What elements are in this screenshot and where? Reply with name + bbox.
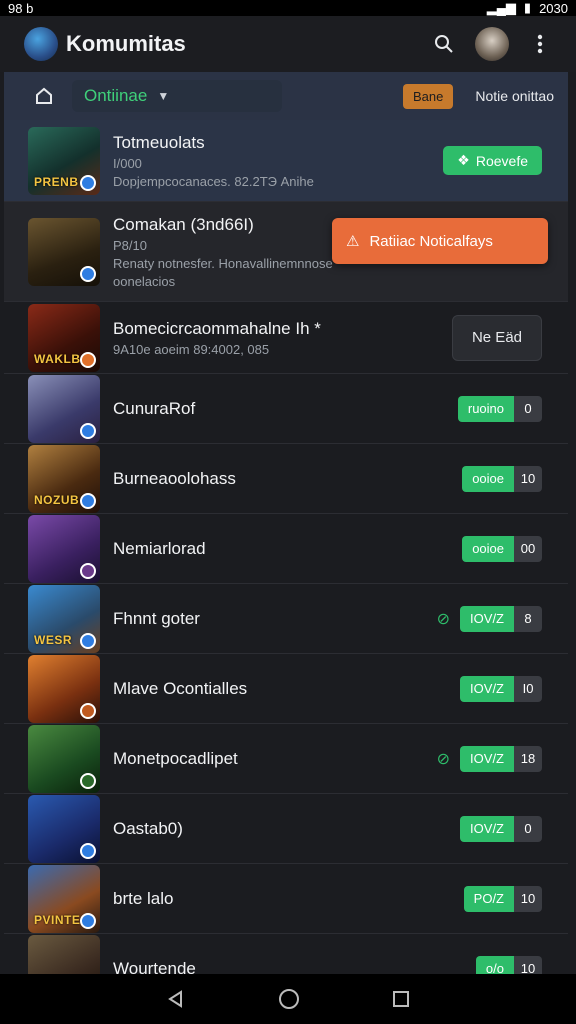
home-button[interactable]: [32, 84, 56, 108]
join-pill[interactable]: ooioe 10: [462, 465, 542, 492]
search-button[interactable]: [426, 26, 462, 62]
list-item[interactable]: PVINTE brte lalo PO/Z 10: [4, 864, 568, 934]
battery-icon: ▮: [523, 0, 532, 15]
list-item[interactable]: Oastab0) IOV/Z 0: [4, 794, 568, 864]
community-thumbnail: [28, 794, 100, 863]
community-thumbnail: [28, 654, 100, 723]
join-pill[interactable]: ruoino 0: [457, 395, 542, 422]
warning-icon: ⚠: [346, 233, 360, 250]
app-bar: Komumitas: [0, 16, 576, 72]
join-pill[interactable]: PO/Z 10: [463, 885, 542, 912]
list-item[interactable]: WESR Fhnnt goter ⊘ IOV/Z 8: [4, 584, 568, 654]
item-title: Totmeuolats: [113, 132, 205, 152]
notifications-link[interactable]: Notie onittao: [475, 88, 554, 104]
signal-icon: ▂▄▆: [486, 0, 516, 15]
avatar: [475, 27, 509, 61]
dropdown-value: Ontiinae: [84, 86, 148, 105]
item-title: CunuraRof: [113, 398, 196, 418]
item-title: Oastab0): [113, 818, 183, 838]
filter-bar: Ontiinae ▼ Bane Notie onittao: [4, 72, 568, 120]
list-item[interactable]: Monetpocadlipet ⊘ IOV/Z 18: [4, 724, 568, 794]
community-thumbnail: PVINTE: [28, 864, 100, 933]
toast-label: Ratiiac Noticalfays: [369, 232, 493, 250]
leaf-icon: ⊘: [436, 750, 451, 768]
recents-icon[interactable]: [392, 990, 410, 1008]
verified-icon: [80, 422, 96, 439]
badge-icon: [80, 702, 96, 719]
leaf-icon: ⊘: [436, 610, 451, 628]
verified-icon: [80, 632, 96, 649]
app-logo: [24, 27, 58, 61]
item-meta: 9A10e aoeim 89:4002, 085: [113, 341, 270, 357]
verified-icon: [80, 912, 96, 929]
verified-icon: [80, 174, 96, 191]
join-pill[interactable]: IOV/Z I0: [460, 675, 542, 702]
item-title: Monetpocadlipet: [113, 748, 238, 768]
item-description: Dopjempcocanaces. 82.2ТЭ Anihe: [113, 173, 314, 189]
community-thumbnail: NOZUB: [28, 444, 100, 513]
list-item[interactable]: WAKLB Bomecicrcaommahalne Ih * 9A10e aoe…: [4, 302, 568, 374]
filter-chip[interactable]: Bane: [403, 83, 454, 109]
item-description-cont: oonelacios: [113, 273, 176, 289]
leaf-icon: ❖: [457, 152, 470, 168]
system-nav-bar: [0, 974, 576, 1024]
chevron-down-icon: ▼: [157, 89, 170, 103]
item-title: brte lalo: [113, 888, 174, 908]
action-button[interactable]: ❖ Roevefe: [443, 146, 542, 175]
verified-icon: [80, 492, 96, 509]
action-button[interactable]: Ne Eäd: [452, 314, 542, 361]
join-pill[interactable]: IOV/Z 18: [460, 745, 542, 772]
status-bar: 98 b ▂▄▆ ▮ 2030: [0, 0, 576, 16]
badge-icon: [80, 562, 96, 579]
community-thumbnail: [28, 724, 100, 793]
home-icon: [36, 87, 52, 104]
status-left: 98 b: [8, 0, 34, 16]
join-pill[interactable]: ooioe 00: [462, 535, 542, 562]
item-title: Nemiarlorad: [113, 538, 206, 558]
back-icon[interactable]: [166, 989, 186, 1009]
verified-icon: [80, 842, 96, 859]
list-item[interactable]: Nemiarlorad ooioe 00: [4, 514, 568, 584]
community-thumbnail: PRENB: [28, 126, 100, 195]
home-circle-icon[interactable]: [278, 988, 300, 1010]
join-pill[interactable]: IOV/Z 8: [460, 605, 542, 632]
badge-icon: [80, 351, 96, 368]
search-icon: [435, 35, 453, 53]
item-title: Bomecicrcaommahalne Ih *: [113, 318, 321, 338]
category-dropdown[interactable]: Ontiinae ▼: [72, 80, 282, 112]
community-thumbnail: WAKLB: [28, 303, 100, 372]
list-item[interactable]: NOZUB Burneaoolohass ooioe 10: [4, 444, 568, 514]
more-menu-button[interactable]: [522, 26, 558, 62]
page-title: Komumitas: [66, 31, 186, 56]
community-thumbnail: [28, 374, 100, 443]
list-item[interactable]: PRENB Totmeuolats I/000 Dopjempcocanaces…: [4, 120, 568, 202]
join-pill[interactable]: IOV/Z 0: [460, 815, 542, 842]
item-title: Fhnnt goter: [113, 608, 200, 628]
profile-button[interactable]: [474, 26, 510, 62]
verified-icon: [80, 265, 96, 282]
item-meta: I/000: [113, 155, 142, 171]
item-title: Burneaoolohass: [113, 468, 236, 488]
badge-icon: [80, 772, 96, 789]
status-time: 2030: [539, 0, 568, 16]
community-thumbnail: [28, 217, 100, 286]
list-item[interactable]: CunuraRof ruoino 0: [4, 374, 568, 444]
item-title: Mlave Ocontialles: [113, 678, 248, 698]
community-thumbnail: WESR: [28, 584, 100, 653]
community-thumbnail: [28, 514, 100, 583]
more-vert-icon: [537, 34, 543, 54]
notification-toast[interactable]: ⚠ Ratiiac Noticalfays: [332, 218, 548, 264]
list-item[interactable]: Mlave Ocontialles IOV/Z I0: [4, 654, 568, 724]
